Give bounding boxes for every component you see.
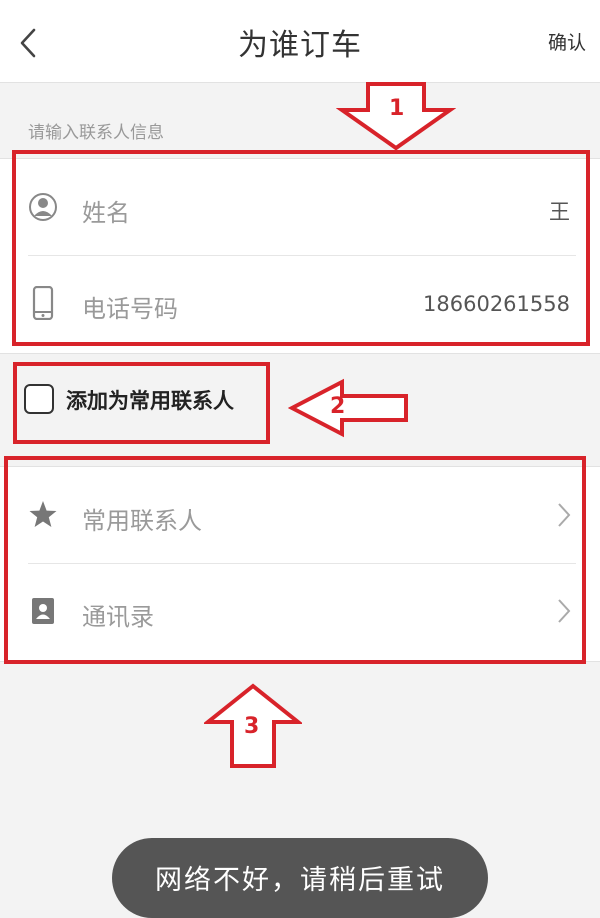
annotation-box-contact-sources bbox=[4, 456, 586, 664]
annotation-arrow-left-icon bbox=[288, 378, 408, 438]
annotation-number-1: 1 bbox=[389, 96, 405, 121]
section-hint: 请输入联系人信息 bbox=[28, 123, 164, 143]
confirm-button[interactable]: 确认 bbox=[548, 28, 586, 55]
annotation-number-2: 2 bbox=[330, 394, 346, 419]
app-header: 为谁订车 确认 bbox=[0, 0, 600, 83]
annotation-box-contact-info bbox=[12, 150, 590, 346]
annotation-box-save-contact bbox=[13, 362, 270, 444]
annotation-number-3: 3 bbox=[244, 714, 260, 739]
network-error-toast: 网络不好，请稍后重试 bbox=[112, 838, 488, 918]
toast-message: 网络不好，请稍后重试 bbox=[155, 865, 445, 896]
page-title: 为谁订车 bbox=[238, 28, 362, 63]
